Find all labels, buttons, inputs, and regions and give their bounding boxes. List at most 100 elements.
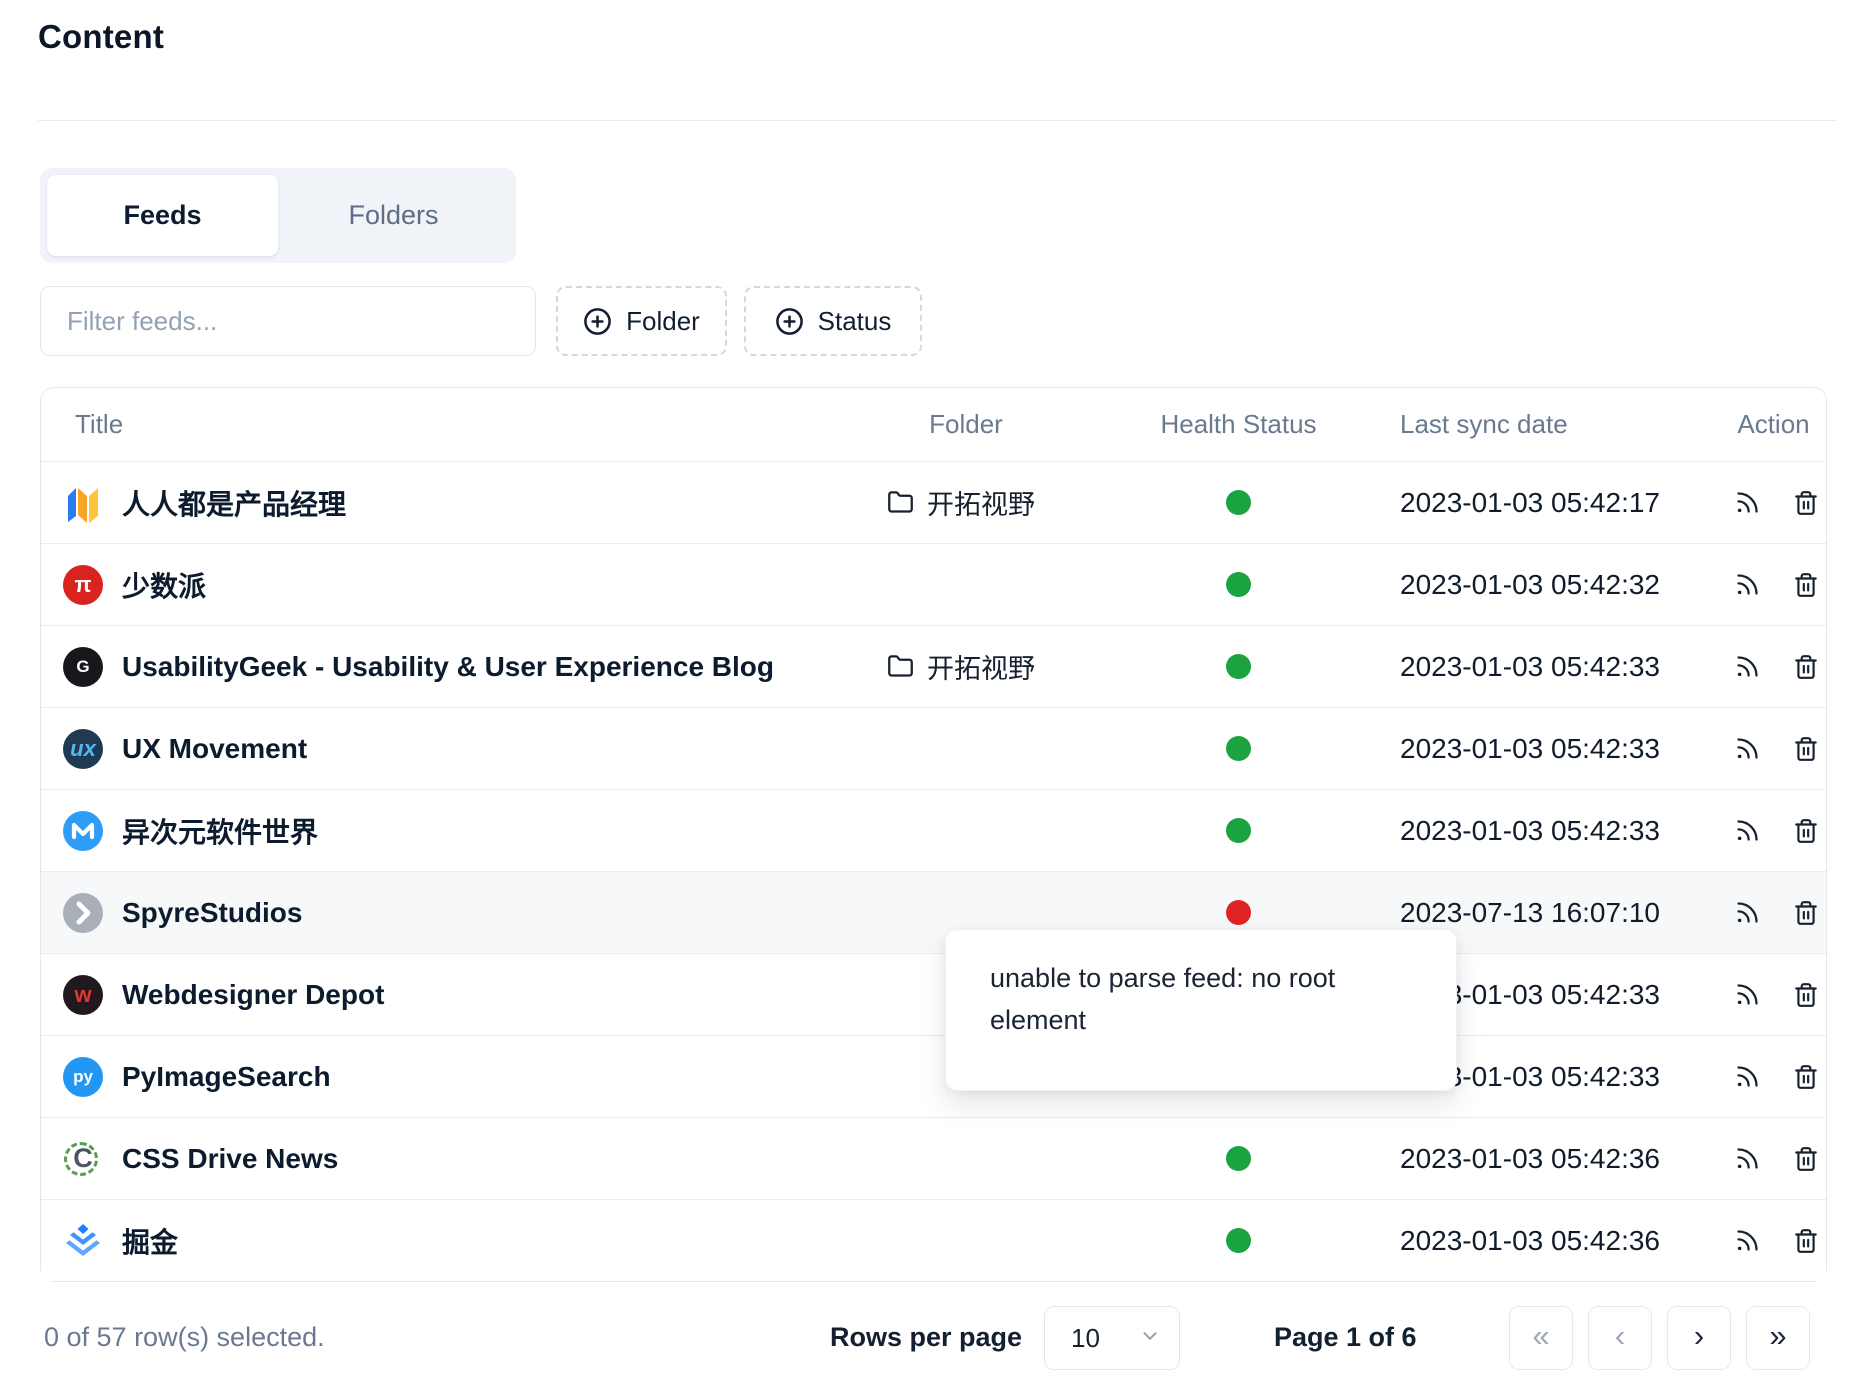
tab-feeds[interactable]: Feeds <box>47 175 278 256</box>
add-status-filter-button[interactable]: Status <box>744 286 922 356</box>
rss-feed-icon[interactable] <box>1734 653 1761 680</box>
previous-page-button[interactable]: ‹ <box>1588 1306 1652 1370</box>
action-cell <box>1721 981 1826 1008</box>
column-header-folder: Folder <box>801 409 1131 440</box>
health-status-dot-healthy[interactable] <box>1226 572 1251 597</box>
feed-title: Webdesigner Depot <box>122 979 384 1011</box>
rss-feed-icon[interactable] <box>1734 899 1761 926</box>
rss-feed-icon[interactable] <box>1734 571 1761 598</box>
health-status-cell <box>1131 490 1346 515</box>
action-cell <box>1721 489 1826 516</box>
table-row[interactable]: π 少数派 2023-01-03 05:42:32 <box>41 543 1826 625</box>
rss-feed-icon[interactable] <box>1734 1227 1761 1254</box>
delete-feed-icon[interactable] <box>1793 490 1819 516</box>
health-status-cell <box>1131 1146 1346 1171</box>
health-status-dot-healthy[interactable] <box>1226 818 1251 843</box>
first-page-button[interactable]: « <box>1509 1306 1573 1370</box>
last-sync-date: 2023-01-03 05:42:33 <box>1346 651 1721 683</box>
sspai-icon: π <box>63 565 103 605</box>
rss-feed-icon[interactable] <box>1734 735 1761 762</box>
table-row[interactable]: 异次元软件世界2023-01-03 05:42:33 <box>41 789 1826 871</box>
action-cell <box>1721 571 1826 598</box>
column-header-title: Title <box>41 409 801 440</box>
folder-icon <box>887 653 914 680</box>
table-row[interactable]: wWebdesigner Depot2023-01-03 05:42:33 <box>41 953 1826 1035</box>
plus-circle-icon <box>583 307 612 336</box>
health-status-dot-healthy[interactable] <box>1226 654 1251 679</box>
folder-name: 开拓视野 <box>927 647 1035 686</box>
content-page: Content Feeds Folders Folder Status Titl… <box>0 0 1874 1390</box>
feed-title-cell: ux UX Movement <box>41 729 801 769</box>
feeds-table: Title Folder Health Status Last sync dat… <box>40 387 1827 1282</box>
plus-circle-icon <box>775 307 804 336</box>
delete-feed-icon[interactable] <box>1793 654 1819 680</box>
health-status-dot-healthy[interactable] <box>1226 1228 1251 1253</box>
next-page-button[interactable]: › <box>1667 1306 1731 1370</box>
feed-title-cell: SpyreStudios <box>41 893 801 933</box>
feed-title-cell: py PyImageSearch <box>41 1057 801 1097</box>
feed-title-cell: 人人都是产品经理 <box>41 483 801 523</box>
delete-feed-icon[interactable] <box>1793 572 1819 598</box>
tab-feeds-label: Feeds <box>123 200 201 231</box>
table-row[interactable]: 人人都是产品经理 开拓视野 2023-01-03 05:42:17 <box>41 461 1826 543</box>
spyrestudios-icon <box>63 893 103 933</box>
pyimagesearch-icon: py <box>63 1057 103 1097</box>
table-row[interactable]: uxUX Movement2023-01-03 05:42:33 <box>41 707 1826 789</box>
cssdrive-letter: C <box>73 1143 93 1174</box>
last-page-button[interactable]: » <box>1746 1306 1810 1370</box>
rss-feed-icon[interactable] <box>1734 1063 1761 1090</box>
rss-feed-icon[interactable] <box>1734 489 1761 516</box>
column-header-health-status: Health Status <box>1131 409 1346 440</box>
delete-feed-icon[interactable] <box>1793 1228 1819 1254</box>
rss-feed-icon[interactable] <box>1734 1145 1761 1172</box>
health-status-dot-healthy[interactable] <box>1226 736 1251 761</box>
page-info: Page 1 of 6 <box>1274 1322 1417 1353</box>
health-status-dot-error[interactable] <box>1226 900 1251 925</box>
ux-movement-icon: ux <box>63 729 103 769</box>
iplaysoft-icon <box>63 811 103 851</box>
last-sync-date: 2023-01-03 05:42:17 <box>1346 487 1721 519</box>
tab-folders-label: Folders <box>348 200 438 231</box>
rows-per-page-select[interactable]: 10 <box>1044 1306 1180 1370</box>
health-status-dot-healthy[interactable] <box>1226 490 1251 515</box>
rss-feed-icon[interactable] <box>1734 981 1761 1008</box>
table-row[interactable]: pyPyImageSearch2023-01-03 05:42:33 <box>41 1035 1826 1117</box>
table-row[interactable]: SpyreStudios2023-07-13 16:07:10 <box>41 871 1826 953</box>
delete-feed-icon[interactable] <box>1793 736 1819 762</box>
table-row[interactable]: GUsabilityGeek - Usability & User Experi… <box>41 625 1826 707</box>
feed-title-cell: CCSS Drive News <box>41 1139 801 1179</box>
feed-title: UX Movement <box>122 733 307 765</box>
table-row[interactable]: CCSS Drive News2023-01-03 05:42:36 <box>41 1117 1826 1199</box>
health-status-dot-healthy[interactable] <box>1226 1146 1251 1171</box>
last-sync-date: 2023-01-03 05:42:32 <box>1346 569 1721 601</box>
column-header-last-sync-date: Last sync date <box>1346 409 1721 440</box>
delete-feed-icon[interactable] <box>1793 900 1819 926</box>
delete-feed-icon[interactable] <box>1793 1146 1819 1172</box>
tab-folders[interactable]: Folders <box>278 175 509 256</box>
folder-cell: 开拓视野 <box>801 647 1131 686</box>
delete-feed-icon[interactable] <box>1793 982 1819 1008</box>
feed-title-cell: 掘金 <box>41 1221 801 1261</box>
juejin-icon <box>63 1221 103 1261</box>
folder-icon <box>887 489 914 516</box>
table-row[interactable]: 掘金 2023-01-03 05:42:36 <box>41 1199 1826 1281</box>
woshipm-icon <box>63 483 103 523</box>
chevron-down-icon <box>1139 1323 1161 1354</box>
delete-feed-icon[interactable] <box>1793 1064 1819 1090</box>
feed-title: 少数派 <box>122 565 206 605</box>
action-cell <box>1721 735 1826 762</box>
add-folder-filter-button[interactable]: Folder <box>556 286 727 356</box>
webdesigner-depot-icon: w <box>63 975 103 1015</box>
rows-per-page-label: Rows per page <box>830 1322 1022 1353</box>
folder-button-label: Folder <box>626 306 700 337</box>
header-divider <box>38 120 1836 121</box>
filter-feeds-input[interactable] <box>40 286 536 356</box>
feed-title: PyImageSearch <box>122 1061 331 1093</box>
table-body: 人人都是产品经理开拓视野2023-01-03 05:42:17π少数派2023-… <box>41 461 1826 1281</box>
selection-count: 0 of 57 row(s) selected. <box>44 1322 325 1353</box>
delete-feed-icon[interactable] <box>1793 818 1819 844</box>
pagination-controls: «‹›» <box>1509 1306 1810 1370</box>
rss-feed-icon[interactable] <box>1734 817 1761 844</box>
folder-name: 开拓视野 <box>927 483 1035 522</box>
last-sync-date: 2023-01-03 05:42:36 <box>1346 1225 1721 1257</box>
